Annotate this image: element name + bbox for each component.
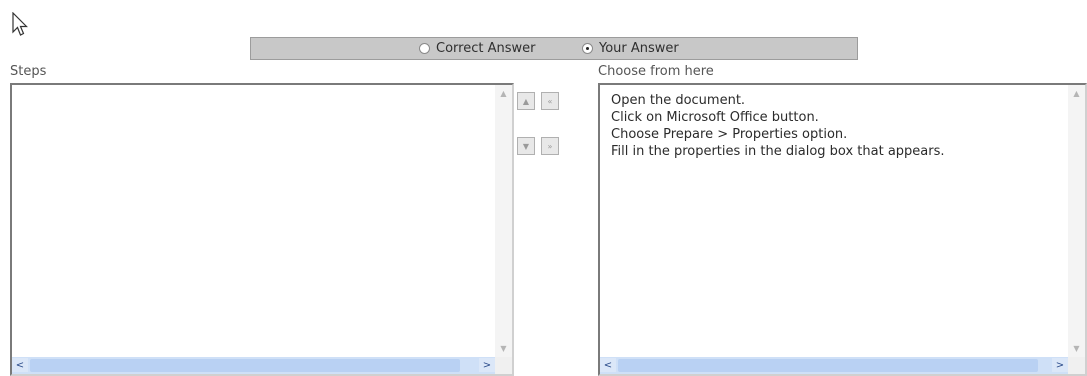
list-item[interactable]: Click on Microsoft Office button. (611, 109, 1067, 126)
scroll-down-icon[interactable]: ▼ (1069, 341, 1084, 356)
your-answer-radio[interactable] (582, 43, 593, 54)
move-down-button[interactable]: ▼ (517, 137, 535, 155)
steps-vertical-scrollbar[interactable]: ▲ ▼ (495, 85, 512, 357)
correct-answer-option[interactable]: Correct Answer (419, 41, 535, 56)
choose-horizontal-scrollbar[interactable]: < > (600, 357, 1085, 374)
scroll-thumb[interactable] (618, 359, 1038, 372)
list-item[interactable]: Open the document. (611, 92, 1067, 109)
mouse-pointer-icon (12, 12, 28, 36)
steps-label: Steps (10, 64, 47, 79)
list-item[interactable]: Choose Prepare > Properties option. (611, 126, 1067, 143)
your-answer-option[interactable]: Your Answer (582, 41, 679, 56)
list-item[interactable]: Fill in the properties in the dialog box… (611, 143, 1067, 160)
scroll-corner (1068, 357, 1085, 374)
choose-label: Choose from here (598, 64, 714, 79)
add-all-button[interactable]: » (541, 137, 559, 155)
scroll-corner (495, 357, 512, 374)
scroll-up-icon[interactable]: ▲ (496, 86, 511, 101)
scroll-left-icon[interactable]: < (12, 358, 28, 372)
scroll-thumb[interactable] (30, 359, 460, 372)
move-up-button[interactable]: ▲ (517, 92, 535, 110)
choose-list: Open the document. Click on Microsoft Of… (611, 92, 1067, 160)
your-answer-label: Your Answer (599, 41, 679, 56)
scroll-down-icon[interactable]: ▼ (496, 341, 511, 356)
remove-all-button[interactable]: « (541, 92, 559, 110)
scroll-right-icon[interactable]: > (479, 358, 495, 372)
scroll-up-icon[interactable]: ▲ (1069, 86, 1084, 101)
answer-mode-bar: Correct Answer Your Answer (250, 37, 858, 60)
steps-listbox[interactable]: ▲ ▼ < > (10, 83, 514, 376)
correct-answer-label: Correct Answer (436, 41, 536, 56)
steps-horizontal-scrollbar[interactable]: < > (12, 357, 512, 374)
choose-listbox[interactable]: Open the document. Click on Microsoft Of… (598, 83, 1087, 376)
scroll-left-icon[interactable]: < (600, 358, 616, 372)
scroll-right-icon[interactable]: > (1052, 358, 1068, 372)
choose-vertical-scrollbar[interactable]: ▲ ▼ (1068, 85, 1085, 357)
correct-answer-radio[interactable] (419, 43, 430, 54)
